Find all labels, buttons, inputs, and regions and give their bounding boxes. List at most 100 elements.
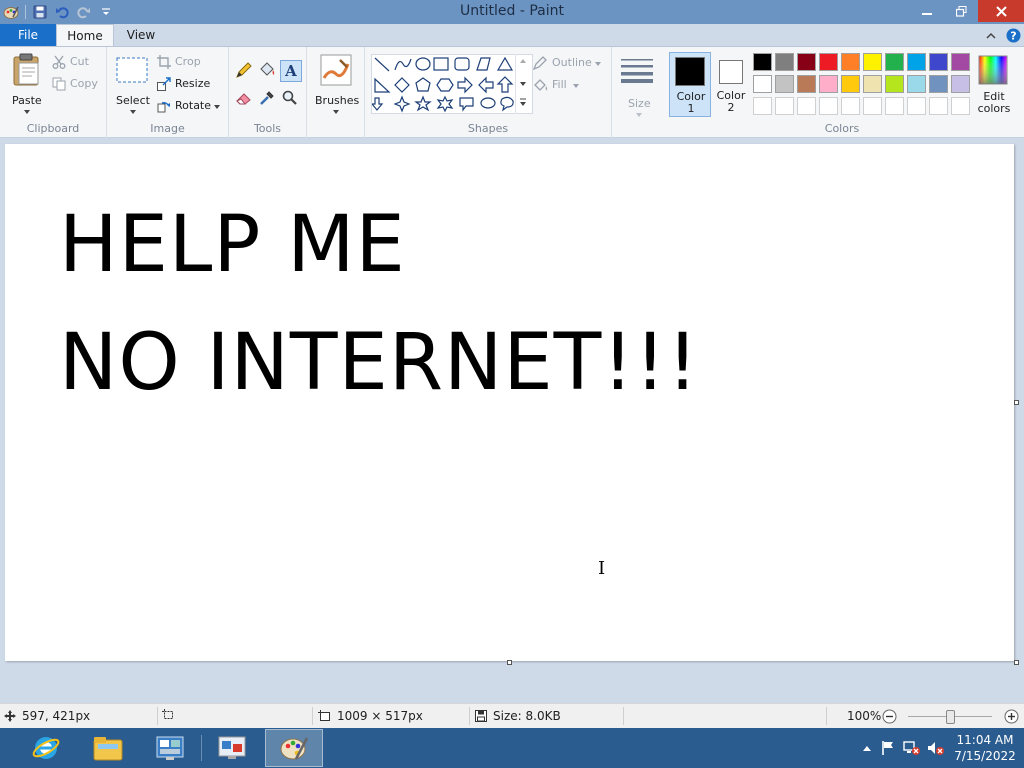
size-button[interactable]: Size [616,53,660,117]
palette-swatch[interactable] [797,75,816,93]
shapes-gallery[interactable] [370,54,533,114]
status-separator [826,707,827,725]
palette-swatch[interactable] [775,75,794,93]
palette-swatch[interactable] [907,75,926,93]
custom-color-slot[interactable] [841,97,860,115]
canvas-size-text: 1009 × 517px [337,709,423,723]
custom-color-slot[interactable] [951,97,970,115]
outline-dropdown-icon [595,62,601,66]
custom-color-slot[interactable] [753,97,772,115]
palette-swatch[interactable] [863,53,882,71]
fill-bucket-small-icon [534,79,548,91]
taskbar-file-explorer[interactable] [79,729,137,767]
canvas-resize-handle-corner[interactable] [1014,660,1019,665]
palette-swatch[interactable] [951,53,970,71]
brushes-label: Brushes [315,94,360,107]
rotate-icon [157,102,170,113]
palette-swatch[interactable] [929,75,948,93]
taskbar-separator [201,735,202,761]
network-tray[interactable] [900,740,924,756]
size-group: Size [612,47,664,138]
palette-swatch[interactable] [863,75,882,93]
canvas-resize-handle-right[interactable] [1014,400,1019,405]
palette-swatch[interactable] [775,53,794,71]
tab-view[interactable]: View [114,24,168,47]
volume-muted-icon [928,742,944,755]
copy-button[interactable]: Copy [52,76,102,94]
zoom-out-icon [882,709,897,724]
zoom-out-button[interactable] [882,709,897,727]
title-bar: Untitled - Paint [0,0,1024,24]
paste-button[interactable]: Paste [6,51,48,115]
outline-dropdown[interactable]: Outline [533,55,607,73]
gallery-scroll-arrows-icon [520,59,526,106]
crop-button[interactable]: Crop [157,54,225,72]
canvas-resize-handle-bottom[interactable] [507,660,512,665]
zoom-slider-thumb[interactable] [946,710,955,724]
taskbar-server-manager[interactable] [141,729,199,767]
palette-swatch[interactable] [753,75,772,93]
taskbar-clock[interactable]: 11:04 AM 7/15/2022 [952,732,1018,764]
fill-tool[interactable] [258,61,278,81]
color-picker-tool[interactable] [258,89,278,109]
eraser-tool[interactable] [235,89,255,109]
text-tool[interactable]: A [280,60,302,82]
shapes-gallery-scroller[interactable] [515,54,529,114]
palette-swatch[interactable] [885,53,904,71]
remote-desktop-icon [218,736,246,759]
clock-date: 7/15/2022 [954,749,1016,763]
canvas-text-line-2: NO INTERNET!!! [59,318,700,408]
palette-swatch[interactable] [797,53,816,71]
palette-swatch[interactable] [885,75,904,93]
rotate-button[interactable]: Rotate [157,98,225,116]
pencil-icon [236,62,252,78]
palette-swatch[interactable] [951,75,970,93]
custom-color-slot[interactable] [863,97,882,115]
palette-swatch[interactable] [841,75,860,93]
palette-swatch[interactable] [929,53,948,71]
magnifier-tool[interactable] [281,89,301,109]
select-label: Select [116,94,150,107]
custom-color-slot[interactable] [907,97,926,115]
minimize-ribbon-icon[interactable] [980,32,1002,40]
cursor-position-text: 597, 421px [22,709,91,723]
image-group-label: Image [150,122,185,135]
cut-button[interactable]: Cut [52,54,102,72]
fill-dropdown[interactable]: Fill [533,77,607,95]
disk-icon [475,710,487,722]
pencil-tool[interactable] [235,61,255,81]
palette-swatch[interactable] [819,53,838,71]
custom-color-slot[interactable] [797,97,816,115]
palette-swatch[interactable] [907,53,926,71]
custom-color-slot[interactable] [775,97,794,115]
resize-button[interactable]: Resize [157,76,225,94]
cut-label: Cut [70,55,89,68]
custom-color-slot[interactable] [929,97,948,115]
custom-color-slot[interactable] [819,97,838,115]
custom-color-slot[interactable] [885,97,904,115]
select-button[interactable]: Select [113,51,153,115]
action-center-tray[interactable] [876,740,900,756]
tab-file[interactable]: File [0,24,56,47]
edit-colors-button[interactable]: Edit colors [974,53,1014,117]
help-icon[interactable]: ? [1002,28,1024,43]
taskbar-paint[interactable] [265,729,323,767]
clipboard-group-label: Clipboard [26,122,80,135]
palette-swatch[interactable] [819,75,838,93]
volume-tray[interactable] [924,740,948,756]
clock-time: 11:04 AM [956,733,1014,747]
taskbar-remote-desktop[interactable] [203,729,261,767]
zoom-in-button[interactable] [1004,709,1019,727]
restore-button[interactable] [944,0,978,22]
minimize-button[interactable] [910,0,944,22]
palette-swatch[interactable] [841,53,860,71]
brushes-button[interactable]: Brushes [311,51,361,115]
close-button[interactable] [978,0,1024,22]
drawing-canvas[interactable]: HELP ME NO INTERNET!!! [5,144,1014,661]
color1-button[interactable]: Color 1 [669,52,711,117]
color2-button[interactable]: Color 2 [713,52,751,117]
show-hidden-icons-button[interactable] [858,744,876,752]
tab-home[interactable]: Home [56,24,114,47]
palette-swatch[interactable] [753,53,772,71]
taskbar-internet-explorer[interactable] [17,729,75,767]
